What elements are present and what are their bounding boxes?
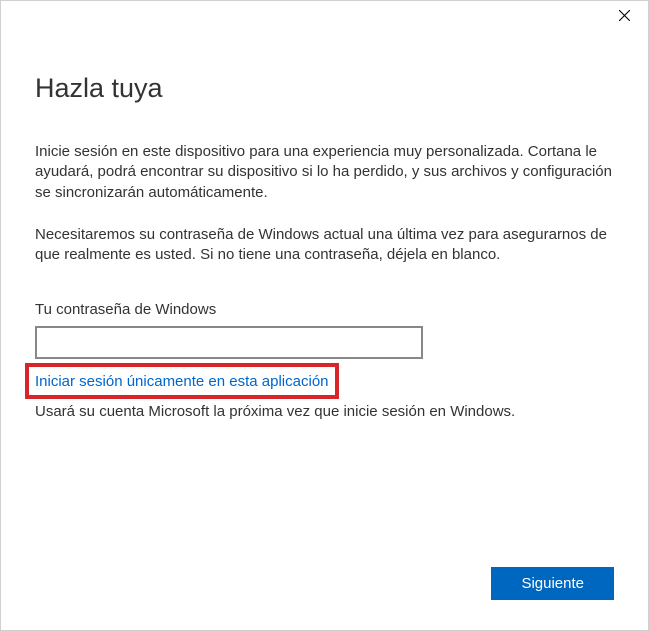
dialog-content: Hazla tuya Inicie sesión en este disposi… — [35, 73, 614, 420]
password-input[interactable] — [35, 326, 423, 359]
footer: Siguiente — [491, 567, 614, 600]
password-label: Tu contraseña de Windows — [35, 301, 614, 318]
close-button[interactable] — [614, 5, 634, 25]
signin-this-app-link[interactable]: Iniciar sesión únicamente en esta aplica… — [35, 373, 329, 390]
microsoft-account-note: Usará su cuenta Microsoft la próxima vez… — [35, 403, 614, 420]
intro-paragraph-1: Inicie sesión en este dispositivo para u… — [35, 142, 614, 203]
titlebar — [614, 1, 648, 29]
signin-link-container: Iniciar sesión únicamente en esta aplica… — [35, 373, 329, 391]
intro-paragraph-2: Necesitaremos su contraseña de Windows a… — [35, 225, 614, 266]
close-icon — [619, 10, 630, 21]
next-button[interactable]: Siguiente — [491, 567, 614, 600]
page-title: Hazla tuya — [35, 73, 614, 104]
